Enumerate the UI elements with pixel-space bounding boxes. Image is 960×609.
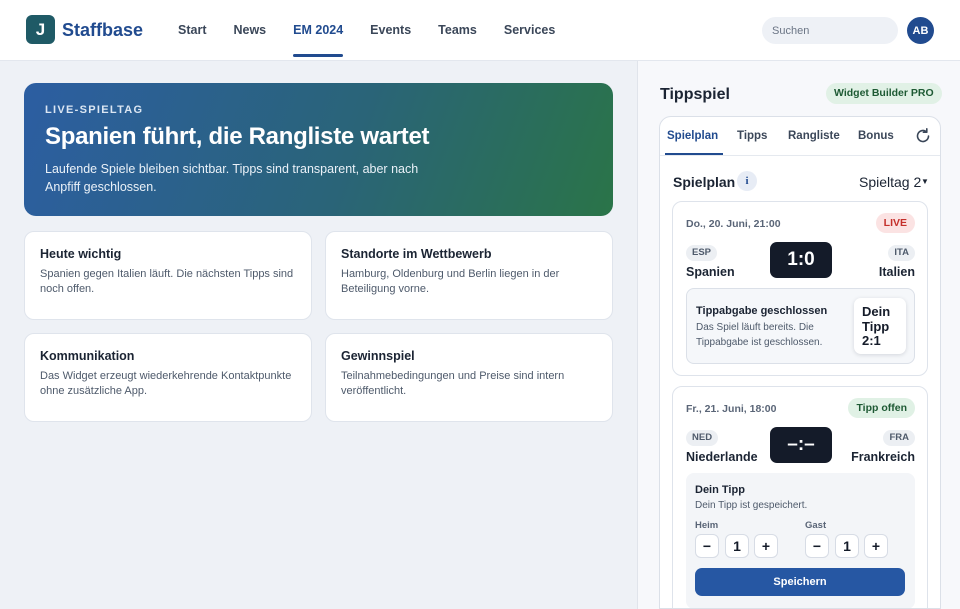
info-card-gewinnspiel: Gewinnspiel Teilnahmebedingungen und Pre… — [325, 333, 613, 422]
info-icon[interactable]: i — [737, 171, 757, 191]
away-minus-button[interactable]: − — [805, 534, 829, 558]
main-nav: Start News EM 2024 Events Teams Services — [178, 0, 582, 61]
nav-item-start[interactable]: Start — [178, 0, 206, 61]
card-text: Das Widget erzeugt wiederkehrende Kontak… — [40, 370, 292, 397]
away-plus-button[interactable]: + — [864, 534, 888, 558]
home-plus-button[interactable]: + — [754, 534, 778, 558]
panel-title: Tippspiel — [660, 86, 730, 103]
card-text: Teilnahmebedingungen und Preise sind int… — [341, 370, 565, 397]
closed-text: Das Spiel läuft bereits. Die Tippabgabe … — [696, 322, 823, 348]
away-team-name: Frankreich — [851, 450, 915, 464]
info-card-heute-wichtig: Heute wichtig Spanien gegen Italien läuf… — [24, 231, 312, 320]
hero-banner: LIVE-SPIELTAG Spanien führt, die Ranglis… — [24, 83, 613, 216]
refresh-icon[interactable] — [914, 127, 932, 145]
match-date: Do., 20. Juni, 21:00 — [686, 218, 781, 230]
info-card-kommunikation: Kommunikation Das Widget erzeugt wiederk… — [24, 333, 312, 422]
nav-item-teams[interactable]: Teams — [438, 0, 477, 61]
my-tip-card: Dein Tipp 2:1 — [854, 298, 906, 354]
match-card-esp-ita: Do., 20. Juni, 21:00 LIVE ESP ITA Spanie… — [672, 201, 928, 376]
card-text: Spanien gegen Italien läuft. Die nächste… — [40, 268, 294, 295]
save-tip-button[interactable]: Speichern — [695, 568, 905, 596]
widget-tabs: Spielplan Tipps Rangliste Bonus — [660, 117, 940, 156]
my-tip-label: Dein Tipp — [862, 304, 891, 334]
spielplan-heading: Spielplan — [673, 174, 736, 190]
away-score-label: Gast — [805, 520, 827, 531]
top-navigation-bar: J Staffbase Start News EM 2024 Events Te… — [0, 0, 960, 61]
home-team-code: NED — [686, 430, 719, 446]
away-team-code: ITA — [888, 245, 915, 261]
card-text: Hamburg, Oldenburg und Berlin liegen in … — [341, 268, 560, 295]
card-title: Gewinnspiel — [341, 349, 415, 363]
live-score: 1:0 — [770, 242, 832, 278]
card-title: Standorte im Wettbewerb — [341, 247, 492, 261]
home-minus-button[interactable]: − — [695, 534, 719, 558]
home-team-name: Niederlande — [686, 450, 758, 464]
tip-entry-form: Dein Tipp Dein Tipp ist gespeichert. Hei… — [686, 473, 915, 608]
active-tab-indicator — [665, 153, 723, 155]
nav-item-news[interactable]: News — [233, 0, 266, 61]
search-input[interactable] — [762, 17, 898, 44]
tip-saved-text: Dein Tipp ist gespeichert. — [695, 500, 808, 511]
away-score-input[interactable]: 1 — [835, 534, 859, 558]
away-team-name: Italien — [878, 265, 915, 279]
nav-item-services[interactable]: Services — [504, 0, 555, 61]
tab-spielplan[interactable]: Spielplan — [667, 130, 718, 142]
tab-rangliste[interactable]: Rangliste — [788, 130, 840, 142]
user-avatar[interactable]: AB — [907, 17, 934, 44]
tip-closed-notice: Tippabgabe geschlossen Das Spiel läuft b… — [686, 288, 915, 364]
match-date: Fr., 21. Juni, 18:00 — [686, 403, 777, 415]
nav-item-events[interactable]: Events — [370, 0, 411, 61]
tippspiel-widget: Spielplan Tipps Rangliste Bonus Spielpla… — [659, 116, 941, 609]
nav-item-em-2024[interactable]: EM 2024 — [293, 0, 344, 61]
home-team-code: ESP — [686, 245, 718, 261]
matchday-select[interactable]: Spieltag 2 — [859, 174, 921, 190]
status-badge-live: LIVE — [875, 213, 915, 233]
chevron-down-icon[interactable]: ▼ — [921, 177, 929, 186]
home-score-input[interactable]: 1 — [725, 534, 749, 558]
card-title: Heute wichtig — [40, 247, 122, 261]
hero-text: Laufende Spiele bleiben sichtbar. Tipps … — [45, 162, 419, 194]
my-tip-value: 2:1 — [862, 333, 881, 348]
home-score-label: Heim — [695, 520, 719, 531]
info-card-standorte: Standorte im Wettbewerb Hamburg, Oldenbu… — [325, 231, 613, 320]
card-title: Kommunikation — [40, 349, 135, 363]
score-placeholder: –:– — [770, 427, 832, 463]
status-badge-tipp-offen: Tipp offen — [848, 398, 915, 418]
away-team-code: FRA — [883, 430, 915, 446]
tab-bonus[interactable]: Bonus — [858, 130, 894, 142]
tippspiel-panel: Tippspiel Widget Builder PRO Spielplan T… — [637, 61, 960, 609]
home-team-name: Spanien — [686, 265, 735, 279]
closed-title: Tippabgabe geschlossen — [696, 305, 828, 317]
tip-form-title: Dein Tipp — [695, 484, 745, 496]
match-card-ned-fra: Fr., 21. Juni, 18:00 Tipp offen NED FRA … — [672, 386, 928, 608]
tab-tipps[interactable]: Tipps — [737, 130, 767, 142]
hero-eyebrow: LIVE-SPIELTAG — [45, 104, 144, 116]
brand-name[interactable]: Staffbase — [62, 20, 143, 41]
hero-title: Spanien führt, die Rangliste wartet — [45, 123, 430, 150]
widget-builder-badge: Widget Builder PRO — [826, 83, 942, 104]
app-logo[interactable]: J — [26, 15, 55, 44]
